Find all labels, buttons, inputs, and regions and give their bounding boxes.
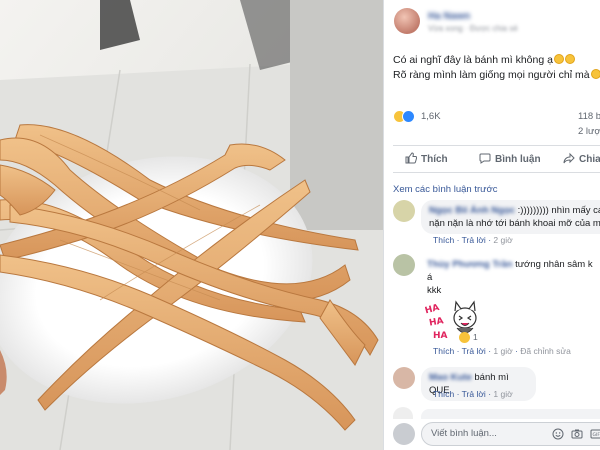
comment-label: Bình luận xyxy=(495,154,541,165)
sticker-ha-1: HA xyxy=(425,303,441,316)
commenter-avatar[interactable] xyxy=(393,200,415,222)
comment-actions: Thích · Trả lời · 2 giờ xyxy=(433,235,513,245)
caption-line-1: Có ai nghĩ đây là bánh mì không ạ xyxy=(393,53,600,68)
commenter-name[interactable]: Ngọc Bìi Ánh Ngọc xyxy=(429,205,515,216)
comment-button[interactable]: Bình luận xyxy=(479,152,541,165)
author-name[interactable]: Ha Nawn xyxy=(428,11,470,22)
comment-reply-link[interactable]: Trả lời xyxy=(462,346,486,356)
comment-text: :))))))))) nhìn mấy cái xyxy=(517,205,600,216)
post-meta: Vừa xong · Được chia sẻ xyxy=(428,24,518,33)
comment-actions: Thích · Trả lời · 1 giờ xyxy=(433,389,513,399)
comment-bubble: Thùy Phương Trần tướng nhân sâm k á kkk xyxy=(421,254,600,301)
share-label: Chia xyxy=(579,154,600,165)
emoji-icon[interactable] xyxy=(552,428,564,440)
caption-line-2-text: Rõ ràng mình làm giống mọi người chỉ mà xyxy=(393,69,590,81)
sticker-ha-2: HA xyxy=(428,316,444,328)
smile-emoji-icon xyxy=(553,54,564,64)
post-header: Ha Nawn Vừa xong · Được chia sẻ xyxy=(394,8,600,40)
like-button[interactable]: Thích xyxy=(405,152,448,165)
gif-icon[interactable]: GIF xyxy=(590,428,600,440)
comment-bubble-icon xyxy=(479,153,491,164)
post-caption: Có ai nghĩ đây là bánh mì không ạ Rõ ràn… xyxy=(393,53,600,83)
camera-icon[interactable] xyxy=(571,428,583,440)
share-arrow-icon xyxy=(563,152,575,164)
comment-edited-label[interactable]: Đã chỉnh sửa xyxy=(520,346,571,356)
commenter-name[interactable]: Mao Kute xyxy=(429,372,472,383)
comment-time[interactable]: 1 giờ xyxy=(493,346,512,356)
comment-bubble-partial xyxy=(421,409,600,419)
thumbs-up-icon xyxy=(405,152,418,164)
comment-like-link[interactable]: Thích xyxy=(433,235,454,245)
comment-like-link[interactable]: Thích xyxy=(433,346,454,356)
my-avatar xyxy=(393,423,415,445)
post-actions: Thích Bình luận Chia xyxy=(393,145,600,173)
sticker-reaction-count[interactable]: 1 xyxy=(473,332,478,342)
comment-composer: Viết bình luận... GIF xyxy=(393,422,600,446)
comment-time[interactable]: 2 giờ xyxy=(493,235,512,245)
share-button[interactable]: Chia xyxy=(563,152,600,165)
commenter-name[interactable]: Thùy Phương Trần xyxy=(427,259,512,270)
facebook-post-panel: Ha Nawn Vừa xong · Được chia sẻ Có ai ng… xyxy=(383,0,600,450)
caption-line-1-text: Có ai nghĩ đây là bánh mì không ạ xyxy=(393,54,553,66)
smile-emoji-icon xyxy=(564,54,575,64)
author-avatar[interactable] xyxy=(394,8,420,34)
commenter-avatar xyxy=(393,407,413,419)
comment-reply-link[interactable]: Trả lời xyxy=(462,389,486,399)
comment-like-link[interactable]: Thích xyxy=(433,389,454,399)
post-photo[interactable] xyxy=(0,0,383,450)
commenter-avatar[interactable] xyxy=(393,367,415,389)
view-previous-comments-link[interactable]: Xem các bình luận trước xyxy=(393,184,497,195)
haha-reaction-icon xyxy=(459,332,470,343)
like-label: Thích xyxy=(421,154,448,165)
sticker-ha-3: HA xyxy=(433,331,448,341)
reaction-summary[interactable]: 1,6K 118 bình 2 lượt c xyxy=(393,108,600,137)
svg-text:GIF: GIF xyxy=(593,432,600,438)
comment-actions: Thích · Trả lời · 1 giờ · Đã chỉnh sửa xyxy=(433,346,571,356)
like-reaction-icon xyxy=(402,110,415,123)
comment-text-line-2: nặn nặn là nhớ tới bánh khoai mỡ của m xyxy=(429,218,600,229)
commenter-avatar[interactable] xyxy=(393,254,415,276)
share-count[interactable]: 2 lượt c xyxy=(578,126,600,137)
bread-photo-image xyxy=(0,0,383,450)
laugh-emoji-icon xyxy=(590,69,600,79)
comment-text-line-2: kkk xyxy=(427,285,442,296)
reaction-count[interactable]: 1,6K xyxy=(421,111,441,122)
comment-reply-link[interactable]: Trả lời xyxy=(462,235,486,245)
comment-bubble: Ngọc Bìi Ánh Ngọc :))))))))) nhìn mấy cá… xyxy=(421,200,600,234)
caption-line-2: Rõ ràng mình làm giống mọi người chỉ mà xyxy=(393,68,600,83)
comment-count[interactable]: 118 bình xyxy=(578,111,600,122)
comment-time[interactable]: 1 giờ xyxy=(493,389,512,399)
